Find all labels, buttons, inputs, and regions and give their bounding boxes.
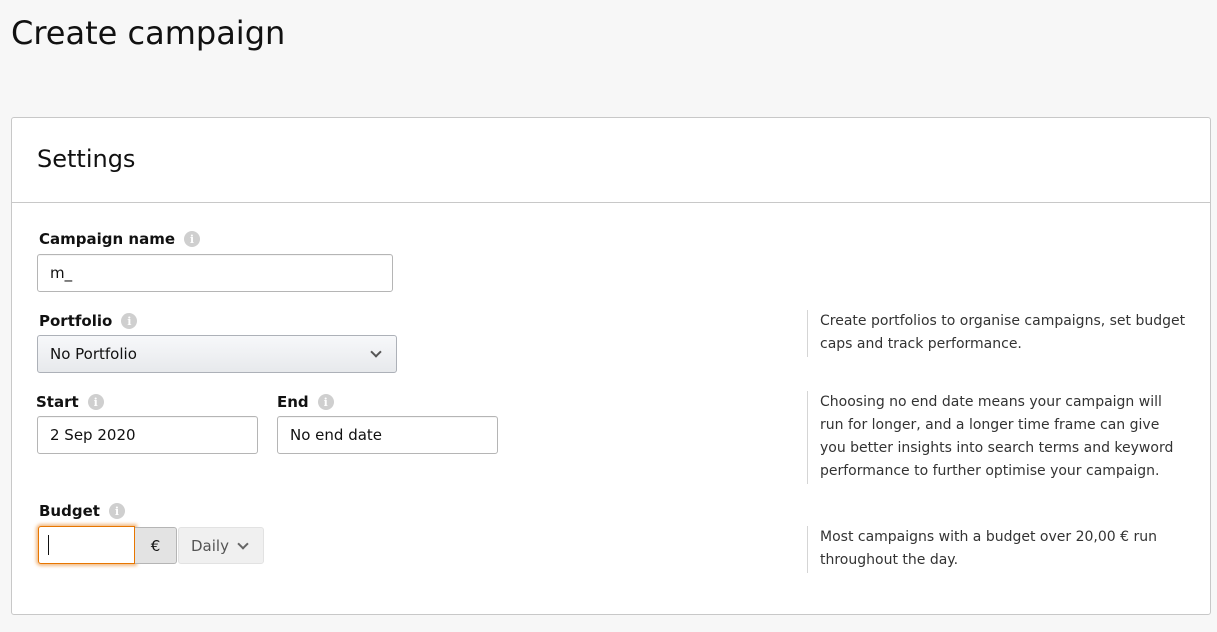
campaign-name-value: m_ xyxy=(50,264,73,282)
chevron-down-icon xyxy=(370,346,382,358)
page-title: Create campaign xyxy=(11,14,286,52)
end-date-input[interactable]: No end date xyxy=(277,416,498,454)
info-icon[interactable]: i xyxy=(87,394,104,410)
info-icon[interactable]: i xyxy=(108,503,125,519)
settings-title: Settings xyxy=(37,145,136,173)
start-date-input[interactable]: 2 Sep 2020 xyxy=(37,416,258,454)
end-date-value: No end date xyxy=(290,426,383,444)
dates-hint: Choosing no end date means your campaign… xyxy=(807,391,1187,484)
start-label: Start i xyxy=(36,393,104,411)
budget-frequency-select[interactable]: Daily xyxy=(178,527,264,564)
currency-addon: € xyxy=(135,527,177,564)
budget-label-text: Budget xyxy=(39,502,100,520)
budget-label: Budget i xyxy=(39,502,125,520)
info-icon[interactable]: i xyxy=(317,394,334,410)
budget-hint: Most campaigns with a budget over 20,00 … xyxy=(807,526,1187,573)
portfolio-select[interactable]: No Portfolio xyxy=(37,335,397,373)
portfolio-hint: Create portfolios to organise campaigns,… xyxy=(807,310,1187,357)
portfolio-selected-value: No Portfolio xyxy=(50,345,137,363)
settings-card: Settings Campaign name i m_ Portfolio i … xyxy=(11,117,1211,615)
info-icon[interactable]: i xyxy=(184,231,201,247)
campaign-name-label-text: Campaign name xyxy=(39,230,176,248)
start-date-value: 2 Sep 2020 xyxy=(50,426,136,444)
info-icon[interactable]: i xyxy=(121,313,138,329)
campaign-name-input[interactable]: m_ xyxy=(37,254,393,292)
portfolio-label-text: Portfolio xyxy=(39,312,113,330)
portfolio-label: Portfolio i xyxy=(39,312,138,330)
start-label-text: Start xyxy=(36,393,79,411)
end-label: End i xyxy=(277,393,334,411)
campaign-name-label: Campaign name i xyxy=(39,230,201,248)
settings-header: Settings xyxy=(12,118,1210,203)
chevron-down-icon xyxy=(237,537,249,550)
end-label-text: End xyxy=(277,393,309,411)
budget-input[interactable] xyxy=(38,526,135,564)
text-caret xyxy=(48,535,49,555)
budget-frequency-value: Daily xyxy=(191,536,229,555)
